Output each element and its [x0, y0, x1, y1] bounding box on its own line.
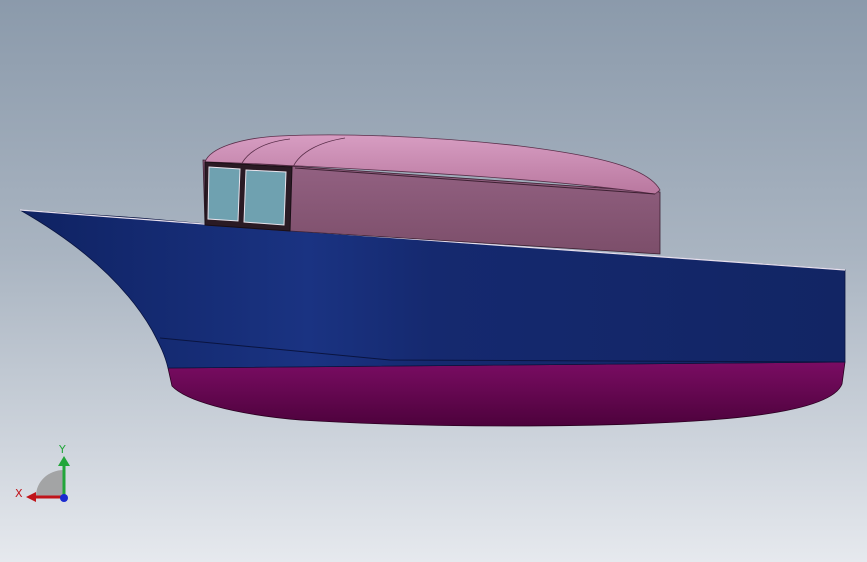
- hull-bottom: [167, 361, 846, 427]
- graphics-viewport[interactable]: Y X: [0, 0, 867, 562]
- cabin-window-left: [207, 166, 241, 222]
- cabin-window-right: [243, 169, 287, 226]
- y-axis-label: Y: [58, 443, 66, 456]
- triad-plane-icon: [36, 470, 64, 496]
- orientation-triad[interactable]: Y X: [14, 440, 76, 512]
- y-axis-arrowhead: [58, 456, 70, 466]
- x-axis-arrowhead: [26, 492, 36, 502]
- z-axis-dot: [60, 494, 68, 502]
- x-axis-label: X: [15, 487, 23, 500]
- boat-model[interactable]: [0, 0, 867, 562]
